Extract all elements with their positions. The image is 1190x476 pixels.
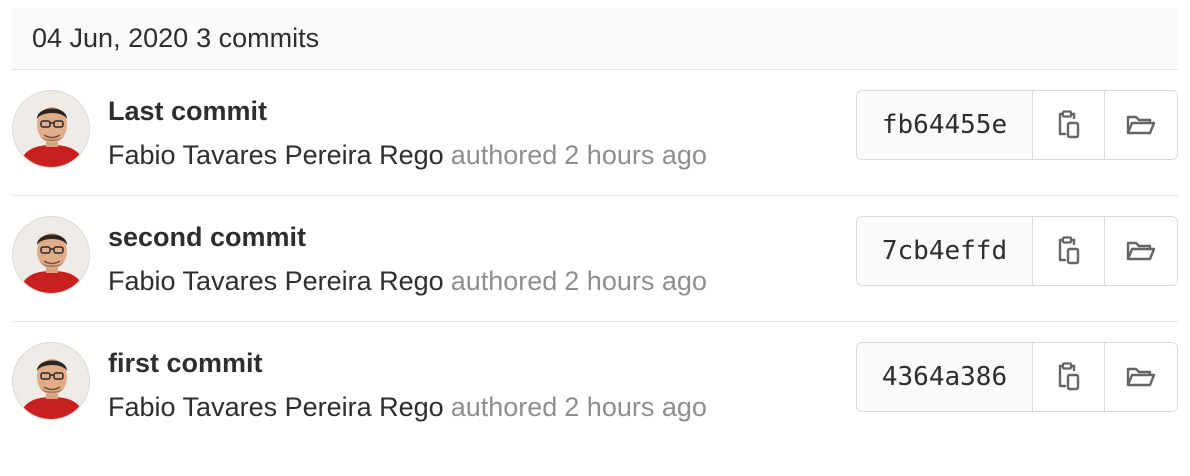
commit-authored-label: authored xyxy=(450,266,558,296)
commit-authored-label: authored xyxy=(450,140,558,170)
commit-author[interactable]: Fabio Tavares Pereira Rego xyxy=(108,140,444,170)
commits-list: 04 Jun, 2020 3 commits Last commit Fabio… xyxy=(12,8,1178,448)
commit-actions: 7cb4effd xyxy=(856,216,1178,286)
day-header-commit-count: 3 commits xyxy=(196,23,320,53)
commit-author[interactable]: Fabio Tavares Pereira Rego xyxy=(108,266,444,296)
author-avatar-image xyxy=(13,91,89,167)
author-avatar-image xyxy=(13,343,89,419)
folder-open-icon xyxy=(1126,241,1156,261)
commit-meta: Fabio Tavares Pereira Rego authored 2 hour… xyxy=(108,140,707,171)
author-avatar[interactable] xyxy=(12,216,90,294)
commit-meta: Fabio Tavares Pereira Rego authored 2 hour… xyxy=(108,266,707,297)
commit-meta: Fabio Tavares Pereira Rego authored 2 hour… xyxy=(108,392,707,423)
clipboard-icon xyxy=(1058,236,1079,265)
commit-title[interactable]: second commit xyxy=(108,222,306,253)
commit-title[interactable]: first commit xyxy=(108,348,263,379)
author-avatar[interactable] xyxy=(12,90,90,168)
commit-actions: 4364a386 xyxy=(856,342,1178,412)
clipboard-icon xyxy=(1058,110,1079,139)
commit-sha-button[interactable]: 4364a386 xyxy=(857,343,1033,411)
copy-sha-button[interactable] xyxy=(1033,217,1105,285)
day-header: 04 Jun, 2020 3 commits xyxy=(12,8,1178,70)
copy-sha-button[interactable] xyxy=(1033,343,1105,411)
commit-sha-button[interactable]: 7cb4effd xyxy=(857,217,1033,285)
commit-row: second commit Fabio Tavares Pereira Rego… xyxy=(12,196,1178,322)
browse-files-button[interactable] xyxy=(1105,343,1177,411)
folder-open-icon xyxy=(1126,367,1156,387)
commit-sha-button[interactable]: fb64455e xyxy=(857,91,1033,159)
day-header-date: 04 Jun, 2020 xyxy=(32,23,189,53)
browse-files-button[interactable] xyxy=(1105,91,1177,159)
clipboard-icon xyxy=(1058,362,1079,391)
commit-row: Last commit Fabio Tavares Pereira Rego au… xyxy=(12,70,1178,196)
commit-title[interactable]: Last commit xyxy=(108,96,267,127)
commit-time: 2 hours ago xyxy=(564,266,707,296)
commit-author[interactable]: Fabio Tavares Pereira Rego xyxy=(108,392,444,422)
author-avatar[interactable] xyxy=(12,342,90,420)
browse-files-button[interactable] xyxy=(1105,217,1177,285)
folder-open-icon xyxy=(1126,115,1156,135)
copy-sha-button[interactable] xyxy=(1033,91,1105,159)
author-avatar-image xyxy=(13,217,89,293)
commit-row: first commit Fabio Tavares Pereira Rego a… xyxy=(12,322,1178,448)
commit-actions: fb64455e xyxy=(856,90,1178,160)
commit-time: 2 hours ago xyxy=(564,392,707,422)
commit-time: 2 hours ago xyxy=(564,140,707,170)
commit-authored-label: authored xyxy=(450,392,558,422)
